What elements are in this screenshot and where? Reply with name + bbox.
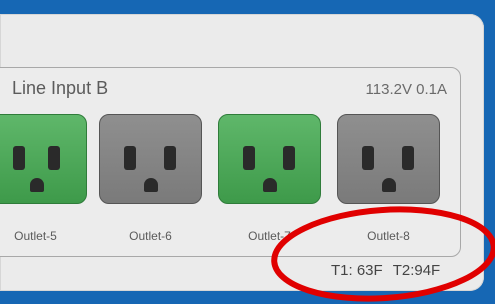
- annotation-ring: [271, 206, 495, 302]
